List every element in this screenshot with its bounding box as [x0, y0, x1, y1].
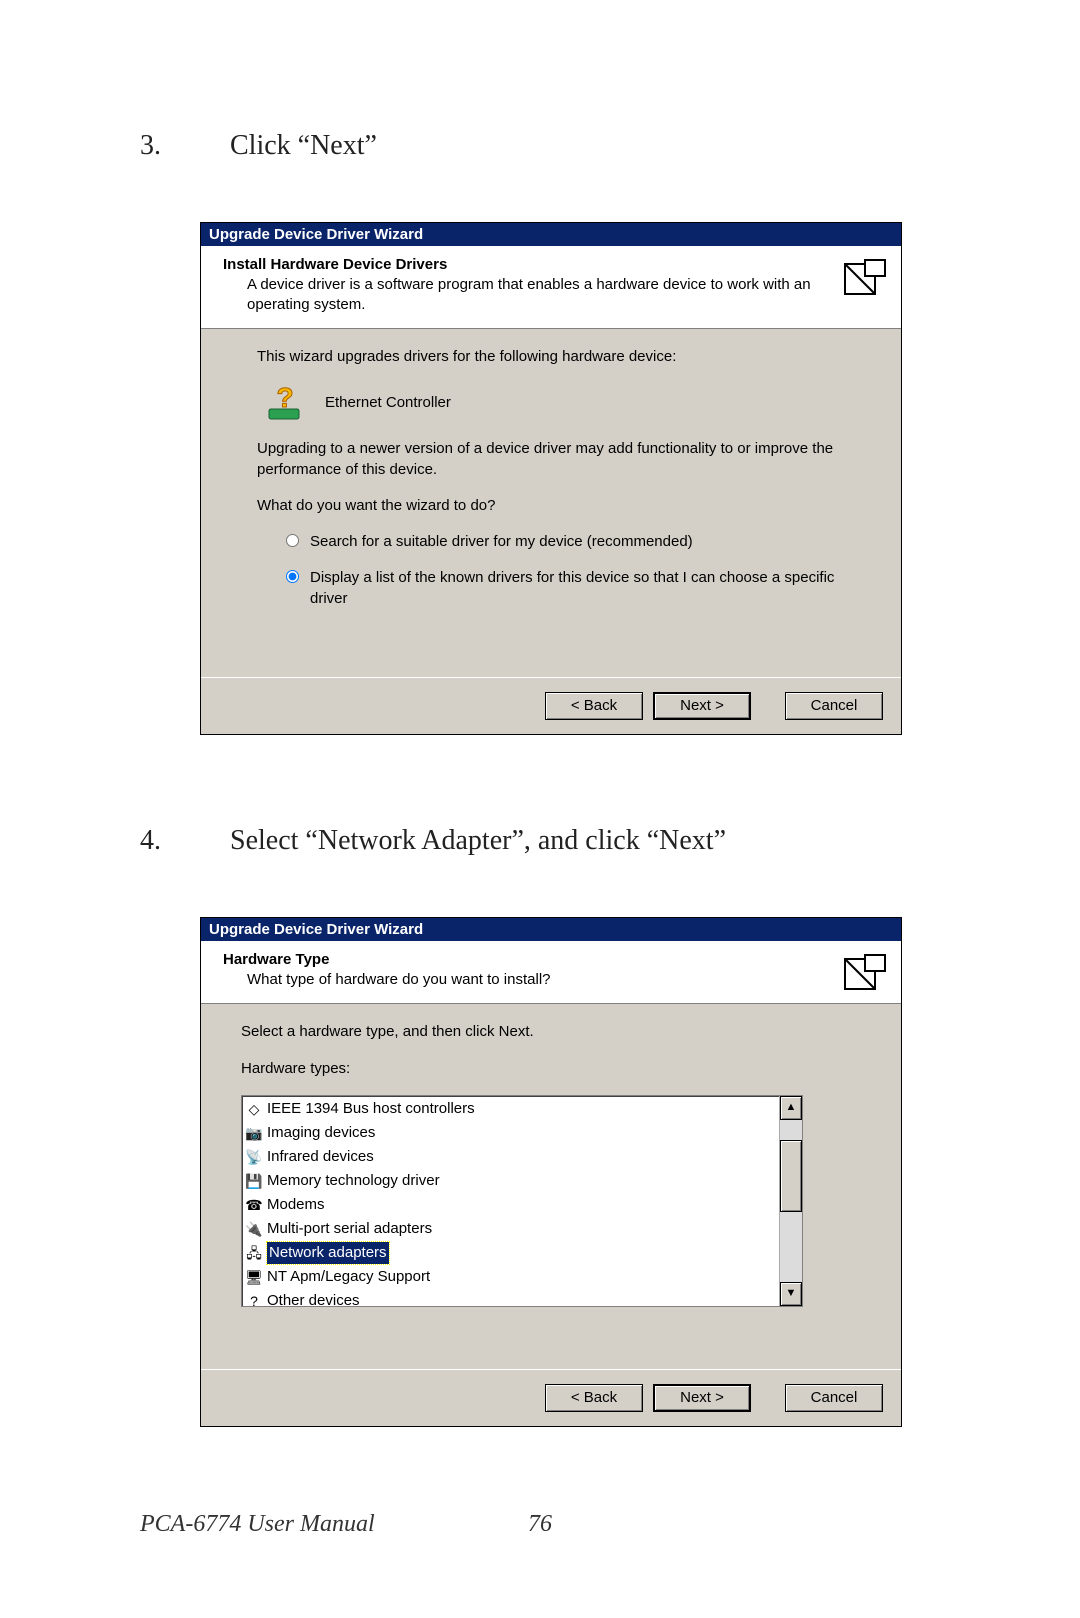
radio-search-label: Search for a suitable driver for my devi… [310, 532, 873, 552]
list-item-label: NT Apm/Legacy Support [267, 1266, 430, 1288]
svg-text:?: ? [276, 383, 293, 413]
cancel-button[interactable]: Cancel [785, 692, 883, 720]
dialog-2-wrap: Upgrade Device Driver Wizard Hardware Ty… [200, 917, 940, 1427]
question-text: What do you want the wizard to do? [257, 496, 873, 516]
hardware-types-list[interactable]: ◇IEEE 1394 Bus host controllers📷Imaging … [242, 1096, 779, 1306]
unknown-device-icon: ? [267, 383, 307, 423]
device-row: ? Ethernet Controller [257, 383, 873, 423]
step-text: Select “Network Adapter”, and click “Nex… [230, 825, 940, 857]
list-item-label: Imaging devices [267, 1122, 375, 1144]
radio-display-list[interactable] [286, 570, 299, 583]
upgrade-text: Upgrading to a newer version of a device… [257, 439, 873, 480]
wizard-icon [843, 258, 887, 302]
next-button[interactable]: Next > [653, 692, 751, 720]
list-item-label: Network adapters [267, 1242, 389, 1264]
manual-title: PCA-6774 User Manual [0, 1511, 375, 1538]
back-button[interactable]: < Back [545, 1384, 643, 1412]
list-item-label: Modems [267, 1194, 325, 1216]
list-item[interactable]: 🖧Network adapters [243, 1241, 778, 1265]
device-type-icon: 🔌 [245, 1220, 263, 1238]
radio-display-list-label: Display a list of the known drivers for … [310, 568, 873, 609]
step-text: Click “Next” [230, 130, 940, 162]
device-type-icon: 📡 [245, 1148, 263, 1166]
dialog-titlebar: Upgrade Device Driver Wizard [201, 223, 901, 246]
scroll-track[interactable] [780, 1212, 802, 1282]
listbox-label: Hardware types: [241, 1059, 873, 1079]
list-item-label: IEEE 1394 Bus host controllers [267, 1098, 475, 1120]
list-item[interactable]: ☎Modems [243, 1193, 778, 1217]
list-item[interactable]: 📷Imaging devices [243, 1121, 778, 1145]
step-3: 3. Click “Next” [140, 130, 940, 162]
page-footer: PCA-6774 User Manual 76 [0, 1511, 1080, 1538]
radio-search[interactable] [286, 534, 299, 547]
dialog-titlebar: Upgrade Device Driver Wizard [201, 918, 901, 941]
device-type-icon: 🖧 [245, 1244, 263, 1262]
radio-display-row[interactable]: Display a list of the known drivers for … [257, 568, 873, 609]
step-number: 4. [140, 825, 230, 857]
dialog-header-title: Hardware Type [223, 951, 821, 968]
radio-search-row[interactable]: Search for a suitable driver for my devi… [257, 532, 873, 552]
list-item-label: Multi-port serial adapters [267, 1218, 432, 1240]
dialog-header: Install Hardware Device Drivers A device… [201, 246, 901, 329]
list-item[interactable]: ? Other devices [243, 1289, 778, 1306]
device-type-icon: 🖥 [245, 1268, 263, 1286]
upgrade-driver-wizard-dialog-2: Upgrade Device Driver Wizard Hardware Ty… [200, 917, 902, 1427]
device-type-icon: 📷 [245, 1124, 263, 1142]
cancel-button[interactable]: Cancel [785, 1384, 883, 1412]
upgrade-driver-wizard-dialog-1: Upgrade Device Driver Wizard Install Har… [200, 222, 902, 735]
back-button[interactable]: < Back [545, 692, 643, 720]
hardware-types-listbox[interactable]: ◇IEEE 1394 Bus host controllers📷Imaging … [241, 1095, 803, 1307]
wizard-icon [843, 953, 887, 997]
dialog-buttons: < Back Next > Cancel [201, 1369, 901, 1426]
device-type-icon: ◇ [245, 1100, 263, 1118]
listbox-scrollbar[interactable]: ▲ ▼ [779, 1096, 802, 1306]
dialog-header-subtitle: What type of hardware do you want to ins… [223, 970, 821, 990]
list-item[interactable]: 🖥NT Apm/Legacy Support [243, 1265, 778, 1289]
list-item[interactable]: 💾Memory technology driver [243, 1169, 778, 1193]
list-item[interactable]: 🔌Multi-port serial adapters [243, 1217, 778, 1241]
list-item[interactable]: 📡Infrared devices [243, 1145, 778, 1169]
dialog-header-subtitle: A device driver is a software program th… [223, 275, 821, 314]
dialog-header: Hardware Type What type of hardware do y… [201, 941, 901, 1005]
intro-text: Select a hardware type, and then click N… [241, 1022, 873, 1042]
device-type-icon: ? [245, 1292, 263, 1306]
list-item-label: Memory technology driver [267, 1170, 440, 1192]
list-item[interactable]: ◇IEEE 1394 Bus host controllers [243, 1097, 778, 1121]
device-name-label: Ethernet Controller [325, 393, 451, 413]
scroll-up-button[interactable]: ▲ [780, 1096, 802, 1120]
dialog-1-wrap: Upgrade Device Driver Wizard Install Har… [200, 222, 940, 735]
list-item-label: Other devices [267, 1290, 360, 1306]
step-4: 4. Select “Network Adapter”, and click “… [140, 825, 940, 857]
device-type-icon: ☎ [245, 1196, 263, 1214]
dialog-header-title: Install Hardware Device Drivers [223, 256, 821, 273]
next-button[interactable]: Next > [653, 1384, 751, 1412]
list-item-label: Infrared devices [267, 1146, 374, 1168]
scroll-thumb[interactable] [780, 1140, 802, 1212]
page-number: 76 [528, 1511, 552, 1538]
device-type-icon: 💾 [245, 1172, 263, 1190]
scroll-down-button[interactable]: ▼ [780, 1282, 802, 1306]
step-number: 3. [140, 130, 230, 162]
dialog-body: Select a hardware type, and then click N… [201, 1004, 901, 1369]
dialog-body: This wizard upgrades drivers for the fol… [201, 329, 901, 677]
intro-text: This wizard upgrades drivers for the fol… [257, 347, 873, 367]
dialog-buttons: < Back Next > Cancel [201, 677, 901, 734]
